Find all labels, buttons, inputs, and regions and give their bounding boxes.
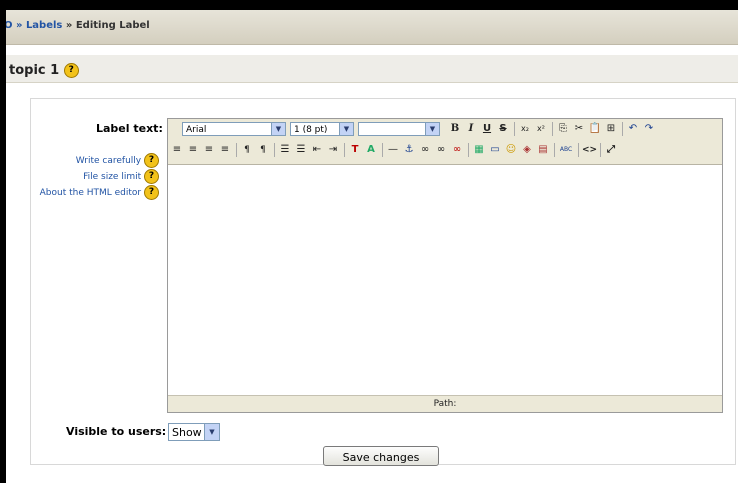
ltr-icon[interactable]: ¶ xyxy=(240,143,254,157)
paste-icon[interactable]: 📋 xyxy=(588,122,602,136)
topic-bar: topic 1 ? xyxy=(0,55,738,83)
special-char-icon[interactable]: ◈ xyxy=(520,143,534,157)
toolbar-separator xyxy=(468,143,469,157)
smiley-icon[interactable]: ☺ xyxy=(504,143,518,157)
chevron-down-icon: ▼ xyxy=(339,123,353,135)
toolbar-separator xyxy=(578,143,579,157)
horizontal-rule-icon[interactable]: — xyxy=(386,143,400,157)
style-select[interactable]: ▼ xyxy=(358,122,440,136)
insert-image-icon[interactable]: ▦ xyxy=(472,143,486,157)
breadcrumb-prefix-link[interactable]: O » xyxy=(4,20,22,31)
fullscreen-icon[interactable]: ⤢ xyxy=(604,143,618,157)
help-link-text: About the HTML editor xyxy=(39,188,142,198)
align-center-icon[interactable]: ≡ xyxy=(186,143,200,157)
chevron-down-icon: ▼ xyxy=(204,424,219,440)
spellcheck-icon[interactable]: ABC xyxy=(558,143,574,157)
toolbar-separator xyxy=(344,143,345,157)
italic-button[interactable]: I xyxy=(464,122,478,136)
visible-select-value: Show xyxy=(172,426,202,439)
help-icon: ? xyxy=(144,153,159,168)
undo-icon[interactable]: ↶ xyxy=(626,122,640,136)
superscript-button[interactable]: x² xyxy=(534,122,548,136)
bold-button[interactable]: B xyxy=(448,122,462,136)
help-icon[interactable]: ? xyxy=(63,63,79,78)
font-select-value: Arial xyxy=(186,125,207,135)
label-text-label: Label text: xyxy=(96,122,163,135)
help-link-text: File size limit xyxy=(83,172,142,182)
font-select[interactable]: Arial ▼ xyxy=(182,122,286,136)
unlink-icon[interactable]: ∞ xyxy=(434,143,448,157)
breadcrumb-current: Editing Label xyxy=(75,20,150,31)
breadcrumb-bar: O » Labels » Editing Label xyxy=(0,10,738,45)
html-editor: Arial ▼ 1 (8 pt) ▼ ▼ B I U S x₂ x² ⎘ ✂ 📋… xyxy=(167,118,723,413)
paste-word-icon[interactable]: ⊞ xyxy=(604,122,618,136)
visible-select[interactable]: Show ▼ xyxy=(168,423,220,441)
help-link-html-editor[interactable]: About the HTML editor ? xyxy=(40,185,159,200)
window-edge xyxy=(0,10,6,483)
outdent-icon[interactable]: ⇤ xyxy=(310,143,324,157)
background-color-icon[interactable]: A xyxy=(364,143,378,157)
page: O » Labels » Editing Label topic 1 ? Lab… xyxy=(0,10,738,483)
cut-icon[interactable]: ✂ xyxy=(572,122,586,136)
toolbar-separator xyxy=(236,143,237,157)
nolink-icon[interactable]: ∞ xyxy=(450,143,464,157)
help-link-file-size[interactable]: File size limit ? xyxy=(83,169,159,184)
breadcrumb: O » Labels » Editing Label xyxy=(4,20,150,31)
toolbar-separator xyxy=(514,122,515,136)
help-icon: ? xyxy=(144,169,159,184)
toolbar-separator xyxy=(274,143,275,157)
editor-text-area[interactable] xyxy=(168,165,722,394)
size-select-value: 1 (8 pt) xyxy=(294,125,328,135)
topic-title: topic 1 xyxy=(9,63,60,78)
copy-icon[interactable]: ⎘ xyxy=(556,122,570,136)
breadcrumb-separator: » xyxy=(65,20,73,31)
help-link-write-carefully[interactable]: Write carefully ? xyxy=(76,153,159,168)
redo-icon[interactable]: ↷ xyxy=(642,122,656,136)
page-title: topic 1 ? xyxy=(9,63,79,78)
editor-toolbar: Arial ▼ 1 (8 pt) ▼ ▼ B I U S x₂ x² ⎘ ✂ 📋… xyxy=(168,119,722,165)
toolbar-separator xyxy=(600,143,601,157)
align-left-icon[interactable]: ≡ xyxy=(170,143,184,157)
chevron-down-icon: ▼ xyxy=(425,123,439,135)
breadcrumb-labels-link[interactable]: Labels xyxy=(26,20,62,31)
help-icon: ? xyxy=(144,185,159,200)
justify-icon[interactable]: ≡ xyxy=(218,143,232,157)
toolbar-separator xyxy=(552,122,553,136)
indent-icon[interactable]: ⇥ xyxy=(326,143,340,157)
rtl-icon[interactable]: ¶ xyxy=(256,143,270,157)
toolbar-separator xyxy=(554,143,555,157)
toolbar-separator xyxy=(622,122,623,136)
strikethrough-button[interactable]: S xyxy=(496,122,510,136)
anchor-icon[interactable]: ⚓ xyxy=(402,143,416,157)
text-color-icon[interactable]: T xyxy=(348,143,362,157)
html-source-icon[interactable]: <> xyxy=(582,143,597,157)
save-changes-button[interactable]: Save changes xyxy=(323,446,439,466)
editor-path-bar: Path: xyxy=(168,395,722,412)
subscript-button[interactable]: x₂ xyxy=(518,122,532,136)
help-link-text: Write carefully xyxy=(75,156,142,166)
visible-label: Visible to users: xyxy=(66,425,167,438)
underline-button[interactable]: U xyxy=(480,122,494,136)
insert-table-icon[interactable]: ▭ xyxy=(488,143,502,157)
unordered-list-icon[interactable]: ☰ xyxy=(294,143,308,157)
ordered-list-icon[interactable]: ☰ xyxy=(278,143,292,157)
link-icon[interactable]: ∞ xyxy=(418,143,432,157)
toolbar-separator xyxy=(382,143,383,157)
size-select[interactable]: 1 (8 pt) ▼ xyxy=(290,122,354,136)
align-right-icon[interactable]: ≡ xyxy=(202,143,216,157)
find-replace-icon[interactable]: ▤ xyxy=(536,143,550,157)
chevron-down-icon: ▼ xyxy=(271,123,285,135)
